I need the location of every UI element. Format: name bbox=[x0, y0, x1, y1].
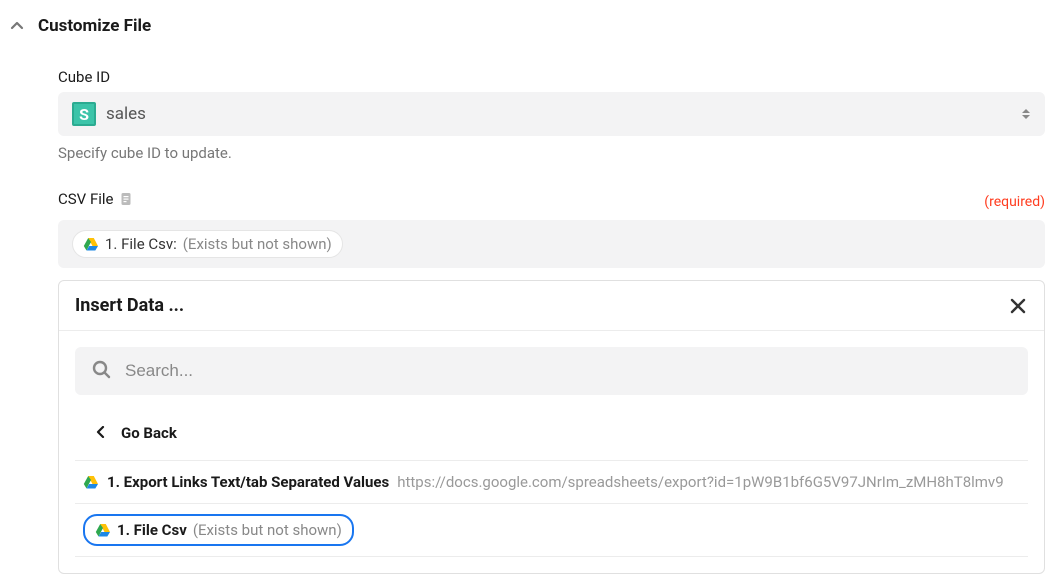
section-title: Customize File bbox=[38, 16, 151, 36]
csv-file-label: CSV File bbox=[58, 190, 113, 208]
close-icon[interactable] bbox=[1008, 296, 1028, 316]
csv-file-chip[interactable]: 1. File Csv: (Exists but not shown) bbox=[72, 230, 343, 258]
required-badge: (required) bbox=[984, 194, 1045, 210]
selected-chip-suffix: (Exists but not shown) bbox=[193, 521, 342, 539]
s-letter-icon: S bbox=[72, 102, 96, 126]
google-drive-icon bbox=[83, 474, 99, 490]
select-sort-icon bbox=[1021, 107, 1031, 121]
selected-chip-label: 1. File Csv bbox=[117, 521, 187, 539]
cube-id-value: sales bbox=[106, 104, 146, 124]
go-back-label: Go Back bbox=[121, 424, 177, 442]
collapse-chevron-icon[interactable] bbox=[8, 17, 26, 35]
insert-data-panel: Insert Data ... Go Back bbox=[58, 280, 1045, 574]
go-back-button[interactable]: Go Back bbox=[75, 415, 1028, 460]
google-drive-icon bbox=[95, 522, 111, 538]
search-input[interactable] bbox=[125, 361, 1012, 381]
insert-data-title: Insert Data ... bbox=[75, 295, 184, 316]
google-drive-icon bbox=[83, 236, 99, 252]
cube-id-helper: Specify cube ID to update. bbox=[58, 144, 1059, 162]
file-icon bbox=[119, 192, 133, 206]
result-label: 1. Export Links Text/tab Separated Value… bbox=[107, 473, 389, 491]
list-item[interactable]: 1. Export Links Text/tab Separated Value… bbox=[75, 461, 1028, 504]
selected-file-chip[interactable]: 1. File Csv (Exists but not shown) bbox=[83, 514, 354, 546]
csv-file-field[interactable]: 1. File Csv: (Exists but not shown) bbox=[58, 220, 1045, 268]
cube-id-select[interactable]: S sales bbox=[58, 92, 1045, 136]
cube-id-label: Cube ID bbox=[58, 68, 1059, 86]
result-url: https://docs.google.com/spreadsheets/exp… bbox=[397, 473, 1003, 491]
chevron-left-icon bbox=[95, 423, 107, 442]
search-box[interactable] bbox=[75, 347, 1028, 395]
list-item[interactable]: 1. File Csv (Exists but not shown) bbox=[75, 504, 1028, 557]
csv-chip-prefix: 1. File Csv: bbox=[105, 235, 177, 253]
search-icon bbox=[91, 359, 111, 383]
csv-chip-suffix: (Exists but not shown) bbox=[183, 235, 332, 253]
